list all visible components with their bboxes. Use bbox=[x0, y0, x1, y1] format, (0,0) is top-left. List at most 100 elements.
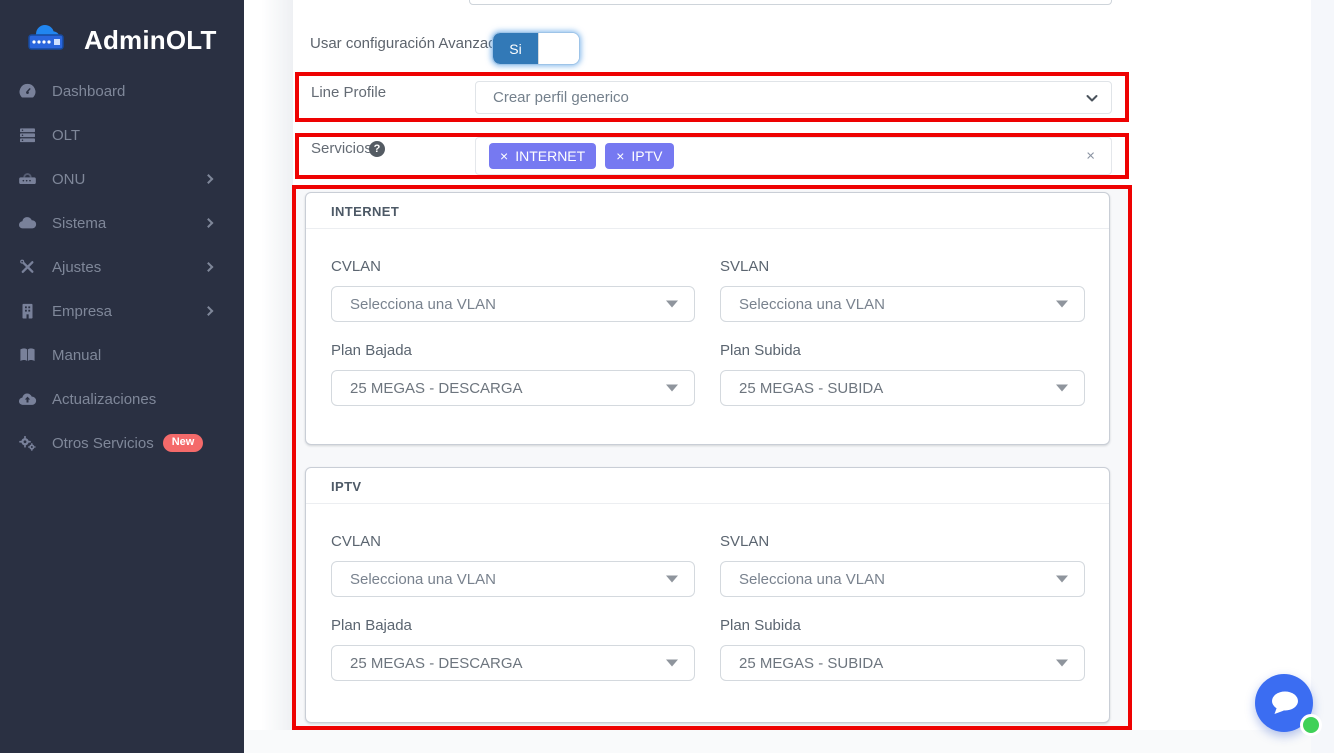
cvlan-value: Selecciona una VLAN bbox=[350, 571, 496, 588]
sidebar-item-ajustes[interactable]: Ajustes bbox=[0, 245, 244, 289]
sidebar-item-sistema[interactable]: Sistema bbox=[0, 201, 244, 245]
building-icon bbox=[17, 301, 39, 321]
app-screen: AdminOLT Dashboard bbox=[0, 0, 1334, 753]
divider bbox=[306, 503, 1109, 504]
advanced-config-label: Usar configuración Avanzada bbox=[310, 35, 505, 52]
cvlan-select[interactable]: Selecciona una VLAN bbox=[331, 561, 695, 597]
sidebar-item-label: OLT bbox=[52, 127, 80, 144]
plan-subida-field: Plan Subida 25 MEGAS - SUBIDA bbox=[720, 617, 1085, 681]
content-left-shadow bbox=[244, 0, 293, 753]
chevron-down-icon bbox=[1085, 91, 1099, 105]
remove-tag-icon[interactable]: × bbox=[616, 148, 624, 164]
caret-down-icon bbox=[666, 660, 678, 667]
svlan-label: SVLAN bbox=[720, 533, 1085, 550]
servicios-multiselect[interactable]: × INTERNET × IPTV × bbox=[475, 137, 1112, 175]
sidebar-nav: Dashboard OLT bbox=[0, 69, 244, 465]
sidebar-item-label: Sistema bbox=[52, 215, 106, 232]
dashboard-icon bbox=[17, 81, 39, 101]
plan-bajada-label: Plan Bajada bbox=[331, 617, 695, 634]
plan-bajada-field: Plan Bajada 25 MEGAS - DESCARGA bbox=[331, 617, 695, 681]
sidebar-item-olt[interactable]: OLT bbox=[0, 113, 244, 157]
divider bbox=[306, 228, 1109, 229]
help-icon[interactable]: ? bbox=[369, 141, 385, 157]
brand-router-cloud-icon bbox=[22, 18, 74, 63]
svlan-label: SVLAN bbox=[720, 258, 1085, 275]
plan-bajada-label: Plan Bajada bbox=[331, 342, 695, 359]
plan-subida-select[interactable]: 25 MEGAS - SUBIDA bbox=[720, 645, 1085, 681]
cvlan-field: CVLAN Selecciona una VLAN bbox=[331, 258, 695, 322]
caret-down-icon bbox=[1056, 576, 1068, 583]
sidebar-item-label: Manual bbox=[52, 347, 101, 364]
plan-subida-select[interactable]: 25 MEGAS - SUBIDA bbox=[720, 370, 1085, 406]
sidebar-item-label: Otros Servicios bbox=[52, 435, 154, 452]
caret-down-icon bbox=[1056, 660, 1068, 667]
toggle-on-label: Si bbox=[493, 33, 538, 64]
page-right-gutter bbox=[1311, 0, 1334, 753]
cloud-upload-icon bbox=[17, 389, 39, 409]
svlan-field: SVLAN Selecciona una VLAN bbox=[720, 533, 1085, 597]
toggle-handle bbox=[538, 33, 579, 64]
sidebar-item-otros-servicios[interactable]: Otros Servicios New bbox=[0, 421, 244, 465]
new-badge: New bbox=[163, 434, 204, 452]
line-profile-select[interactable]: Crear perfil generico bbox=[475, 81, 1112, 114]
plan-bajada-value: 25 MEGAS - DESCARGA bbox=[350, 380, 523, 397]
svlan-field: SVLAN Selecciona una VLAN bbox=[720, 258, 1085, 322]
cvlan-field: CVLAN Selecciona una VLAN bbox=[331, 533, 695, 597]
plan-bajada-value: 25 MEGAS - DESCARGA bbox=[350, 655, 523, 672]
internet-section-card: INTERNET CVLAN Selecciona una VLAN SVLAN… bbox=[305, 192, 1110, 445]
servicios-label: Servicios bbox=[311, 140, 372, 157]
brand-name: AdminOLT bbox=[84, 25, 217, 56]
content-bottom-area bbox=[244, 730, 1311, 753]
sidebar-item-label: Ajustes bbox=[52, 259, 101, 276]
sidebar-item-dashboard[interactable]: Dashboard bbox=[0, 69, 244, 113]
chevron-right-icon bbox=[204, 306, 214, 316]
svlan-select[interactable]: Selecciona una VLAN bbox=[720, 561, 1085, 597]
server-rack-icon bbox=[17, 125, 39, 145]
cvlan-select[interactable]: Selecciona una VLAN bbox=[331, 286, 695, 322]
cvlan-value: Selecciona una VLAN bbox=[350, 296, 496, 313]
sidebar-item-onu[interactable]: ONU bbox=[0, 157, 244, 201]
plan-subida-label: Plan Subida bbox=[720, 617, 1085, 634]
caret-down-icon bbox=[666, 576, 678, 583]
clear-all-icon[interactable]: × bbox=[1086, 148, 1095, 165]
tag-internet: × INTERNET bbox=[489, 143, 596, 169]
sidebar: AdminOLT Dashboard bbox=[0, 0, 244, 753]
chevron-right-icon bbox=[204, 262, 214, 272]
brand-logo[interactable]: AdminOLT bbox=[0, 0, 244, 64]
sidebar-item-empresa[interactable]: Empresa bbox=[0, 289, 244, 333]
cvlan-label: CVLAN bbox=[331, 258, 695, 275]
sidebar-item-label: ONU bbox=[52, 171, 85, 188]
input-above-cut-off[interactable] bbox=[469, 0, 1112, 5]
section-title: INTERNET bbox=[306, 193, 1109, 219]
iptv-section-card: IPTV CVLAN Selecciona una VLAN SVLAN Sel… bbox=[305, 467, 1110, 723]
sidebar-item-manual[interactable]: Manual bbox=[0, 333, 244, 377]
cloud-icon bbox=[17, 213, 39, 233]
chevron-right-icon bbox=[204, 174, 214, 184]
tag-label: INTERNET bbox=[515, 148, 585, 164]
line-profile-value: Crear perfil generico bbox=[493, 89, 629, 106]
svlan-select[interactable]: Selecciona una VLAN bbox=[720, 286, 1085, 322]
book-icon bbox=[17, 345, 39, 365]
sidebar-item-label: Dashboard bbox=[52, 83, 125, 100]
gears-icon bbox=[17, 433, 39, 453]
plan-subida-value: 25 MEGAS - SUBIDA bbox=[739, 655, 883, 672]
chevron-right-icon bbox=[204, 218, 214, 228]
tag-iptv: × IPTV bbox=[605, 143, 673, 169]
advanced-config-toggle[interactable]: Si bbox=[492, 32, 580, 65]
caret-down-icon bbox=[666, 385, 678, 392]
svlan-value: Selecciona una VLAN bbox=[739, 571, 885, 588]
sidebar-item-actualizaciones[interactable]: Actualizaciones bbox=[0, 377, 244, 421]
caret-down-icon bbox=[1056, 385, 1068, 392]
plan-subida-label: Plan Subida bbox=[720, 342, 1085, 359]
tag-label: IPTV bbox=[631, 148, 662, 164]
plan-bajada-select[interactable]: 25 MEGAS - DESCARGA bbox=[331, 370, 695, 406]
tools-icon bbox=[17, 257, 39, 277]
section-title: IPTV bbox=[306, 468, 1109, 494]
svlan-value: Selecciona una VLAN bbox=[739, 296, 885, 313]
remove-tag-icon[interactable]: × bbox=[500, 148, 508, 164]
plan-subida-field: Plan Subida 25 MEGAS - SUBIDA bbox=[720, 342, 1085, 406]
plan-bajada-select[interactable]: 25 MEGAS - DESCARGA bbox=[331, 645, 695, 681]
sidebar-item-label: Actualizaciones bbox=[52, 391, 156, 408]
caret-down-icon bbox=[1056, 301, 1068, 308]
plan-bajada-field: Plan Bajada 25 MEGAS - DESCARGA bbox=[331, 342, 695, 406]
